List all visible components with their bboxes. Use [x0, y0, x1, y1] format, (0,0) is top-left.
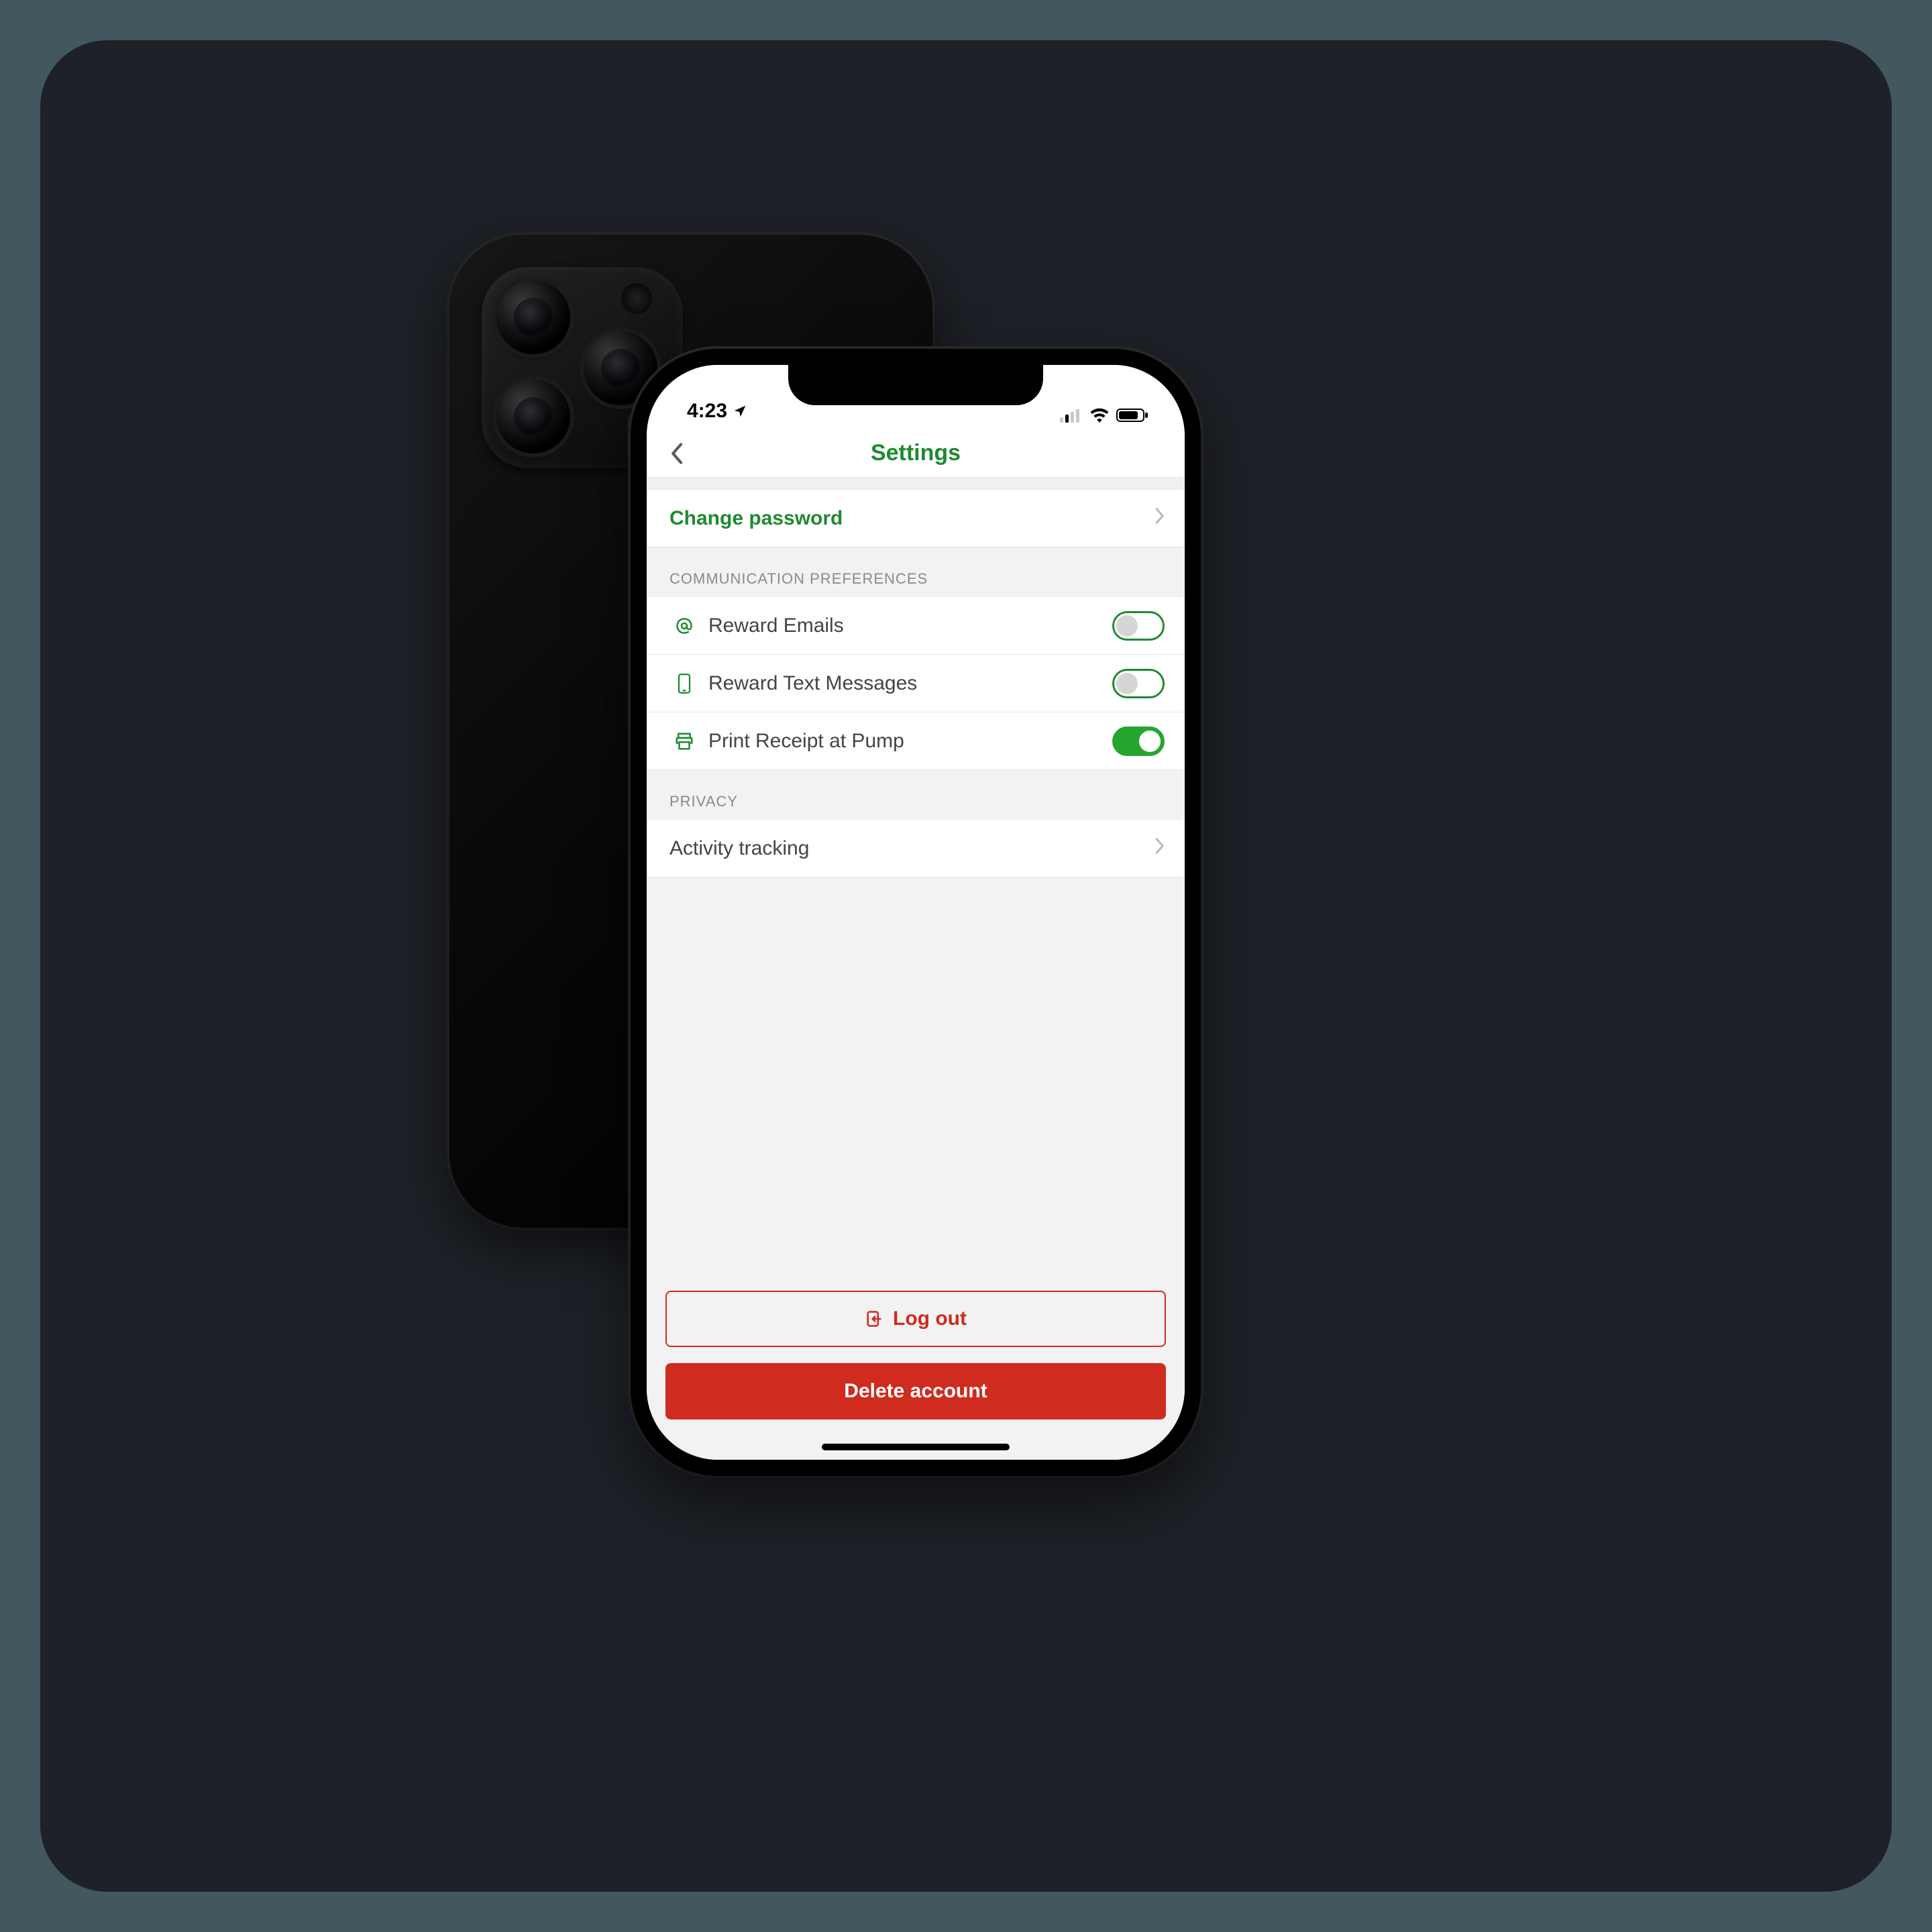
row-label: Change password — [669, 507, 1154, 530]
section-header-privacy: PRIVACY — [647, 770, 1185, 820]
chevron-right-icon — [1154, 837, 1165, 860]
row-label: Reward Emails — [708, 614, 1112, 637]
delete-account-button[interactable]: Delete account — [665, 1363, 1166, 1419]
status-time: 4:23 — [687, 400, 727, 423]
wifi-icon — [1089, 408, 1110, 423]
row-reward-emails: Reward Emails — [647, 597, 1185, 655]
logout-button[interactable]: Log out — [665, 1291, 1166, 1347]
button-area: Log out Delete account — [647, 1291, 1185, 1460]
toggle-reward-texts[interactable] — [1112, 669, 1165, 698]
notch — [788, 365, 1043, 405]
back-button[interactable] — [663, 439, 692, 468]
toggle-reward-emails[interactable] — [1112, 611, 1165, 641]
printer-icon — [669, 731, 699, 751]
row-reward-texts: Reward Text Messages — [647, 655, 1185, 712]
lidar-sensor-icon — [621, 283, 652, 314]
chevron-right-icon — [1154, 507, 1165, 530]
row-change-password[interactable]: Change password — [647, 490, 1185, 547]
phone-screen: 4:23 — [647, 365, 1185, 1460]
camera-lens-icon — [496, 280, 570, 354]
at-sign-icon — [669, 616, 699, 636]
page-title: Settings — [871, 440, 961, 466]
row-label: Activity tracking — [669, 837, 1154, 860]
button-label: Delete account — [844, 1380, 987, 1403]
chevron-left-icon — [670, 442, 685, 465]
row-label: Print Receipt at Pump — [708, 730, 1112, 753]
logout-icon — [865, 1309, 883, 1328]
row-activity-tracking[interactable]: Activity tracking — [647, 820, 1185, 877]
phone-front: 4:23 — [631, 349, 1201, 1476]
toggle-print-receipt[interactable] — [1112, 727, 1165, 756]
location-arrow-icon — [733, 404, 747, 419]
section-header-communication: COMMUNICATION PREFERENCES — [647, 547, 1185, 597]
empty-space — [647, 877, 1185, 1291]
mockup-stage: 4:23 — [40, 40, 1892, 1892]
phone-icon — [669, 673, 699, 694]
button-label: Log out — [893, 1307, 967, 1330]
row-print-receipt: Print Receipt at Pump — [647, 712, 1185, 770]
row-label: Reward Text Messages — [708, 672, 1112, 695]
camera-lens-icon — [496, 380, 570, 453]
home-indicator — [822, 1444, 1010, 1450]
divider — [647, 478, 1185, 490]
cellular-signal-icon — [1060, 408, 1083, 423]
battery-icon — [1116, 408, 1148, 423]
nav-bar: Settings — [647, 429, 1185, 478]
